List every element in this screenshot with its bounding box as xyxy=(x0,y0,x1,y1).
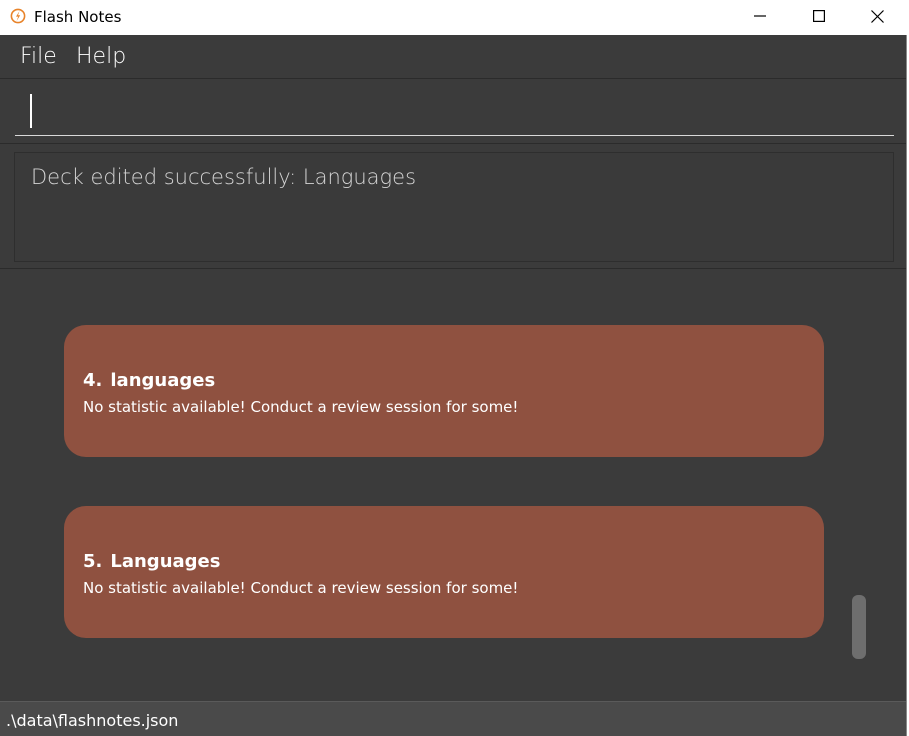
command-box xyxy=(0,80,906,144)
deck-title: 4. languages xyxy=(83,370,215,392)
app-window: File Help Deck edited successfully: Lang… xyxy=(0,35,907,736)
text-caret xyxy=(30,94,32,128)
maximize-icon xyxy=(812,10,825,22)
deck-list[interactable]: 4. languages No statistic available! Cond… xyxy=(0,270,906,701)
menu-help[interactable]: Help xyxy=(76,44,126,70)
result-message: Deck edited successfully: Languages xyxy=(31,165,417,189)
deck-index: 4. xyxy=(83,370,103,391)
menu-file[interactable]: File xyxy=(20,44,57,70)
status-bar: .\data\flashnotes.json xyxy=(0,701,906,736)
flash-notes-logo-icon xyxy=(10,8,26,24)
deck-index: 5. xyxy=(83,551,103,572)
close-button[interactable] xyxy=(848,0,907,32)
close-icon xyxy=(871,9,884,23)
deck-name: Languages xyxy=(110,551,221,572)
result-text-area[interactable]: Deck edited successfully: Languages xyxy=(14,152,894,262)
deck-title: 5. Languages xyxy=(83,551,220,573)
maximize-button[interactable] xyxy=(789,0,848,32)
minimize-icon xyxy=(753,15,766,17)
deck-statistics: No statistic available! Conduct a review… xyxy=(83,579,519,597)
deck-name: languages xyxy=(110,370,216,391)
deck-card[interactable]: 4. languages No statistic available! Cond… xyxy=(64,325,824,457)
window-title: Flash Notes xyxy=(34,8,122,26)
result-display: Deck edited successfully: Languages xyxy=(0,145,906,269)
deck-statistics: No statistic available! Conduct a review… xyxy=(83,398,519,416)
minimize-button[interactable] xyxy=(730,0,789,32)
title-bar: Flash Notes xyxy=(0,0,909,35)
save-file-path: .\data\flashnotes.json xyxy=(6,711,179,730)
menu-bar: File Help xyxy=(0,35,906,79)
scrollbar-thumb[interactable] xyxy=(852,595,866,659)
deck-card[interactable]: 5. Languages No statistic available! Cond… xyxy=(64,506,824,638)
command-input[interactable] xyxy=(15,92,894,136)
